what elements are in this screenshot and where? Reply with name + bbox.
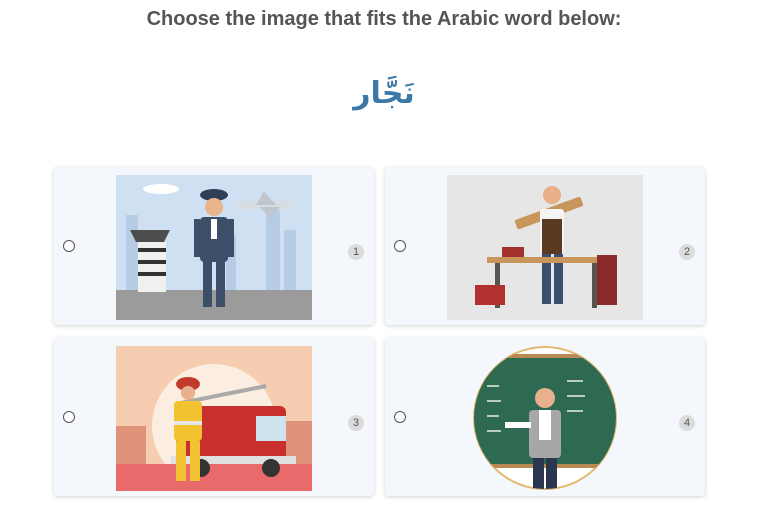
firefighter-image [116, 346, 312, 491]
option-number-3: 3 [348, 415, 364, 431]
option-number-1: 1 [348, 244, 364, 260]
pilot-image [116, 175, 312, 320]
option-number-4: 4 [679, 415, 695, 431]
option-card-2[interactable]: 2 [385, 167, 705, 325]
option-radio-3[interactable] [63, 411, 75, 423]
option-number-2: 2 [679, 244, 695, 260]
teacher-image [447, 346, 643, 491]
option-card-3[interactable]: 3 [54, 338, 374, 496]
option-radio-4[interactable] [394, 411, 406, 423]
question-text: Choose the image that fits the Arabic wo… [146, 8, 622, 30]
option-card-1[interactable]: 1 [54, 167, 374, 325]
option-radio-2[interactable] [394, 240, 406, 252]
arabic-word: نَجَّار [353, 76, 415, 111]
option-radio-1[interactable] [63, 240, 75, 252]
carpenter-image [447, 175, 643, 320]
option-card-4[interactable]: 4 [385, 338, 705, 496]
